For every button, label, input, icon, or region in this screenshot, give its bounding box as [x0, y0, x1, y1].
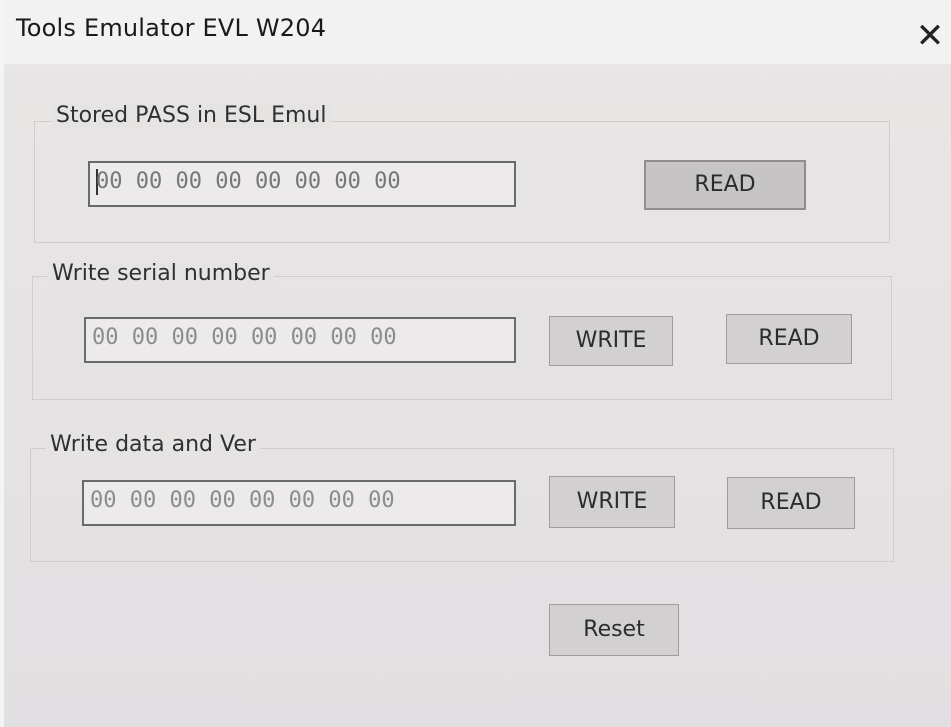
stored-pass-value: 00 00 00 00 00 00 00 00	[96, 169, 401, 194]
data-ver-write-button[interactable]: WRITE	[549, 476, 675, 528]
data-ver-read-button[interactable]: READ	[727, 477, 855, 529]
data-ver-label: Write data and Ver	[46, 432, 260, 457]
window-title: Tools Emulator EVL W204	[16, 14, 327, 42]
data-ver-value: 00 00 00 00 00 00 00 00	[90, 488, 395, 513]
dialog-window: Tools Emulator EVL W204 ✕ Stored PASS in…	[0, 0, 951, 727]
stored-pass-label: Stored PASS in ESL Emul	[52, 103, 331, 128]
serial-label: Write serial number	[48, 261, 274, 286]
serial-read-button[interactable]: READ	[726, 314, 852, 364]
stored-pass-read-button[interactable]: READ	[644, 160, 806, 210]
reset-button[interactable]: Reset	[549, 604, 679, 656]
serial-value: 00 00 00 00 00 00 00 00	[92, 325, 397, 350]
title-bar: Tools Emulator EVL W204 ✕	[4, 0, 951, 64]
serial-write-button[interactable]: WRITE	[549, 316, 673, 366]
stored-pass-input[interactable]: 00 00 00 00 00 00 00 00	[88, 161, 516, 207]
close-icon[interactable]: ✕	[910, 16, 950, 56]
data-ver-input[interactable]: 00 00 00 00 00 00 00 00	[82, 480, 516, 526]
serial-input[interactable]: 00 00 00 00 00 00 00 00	[84, 317, 516, 363]
